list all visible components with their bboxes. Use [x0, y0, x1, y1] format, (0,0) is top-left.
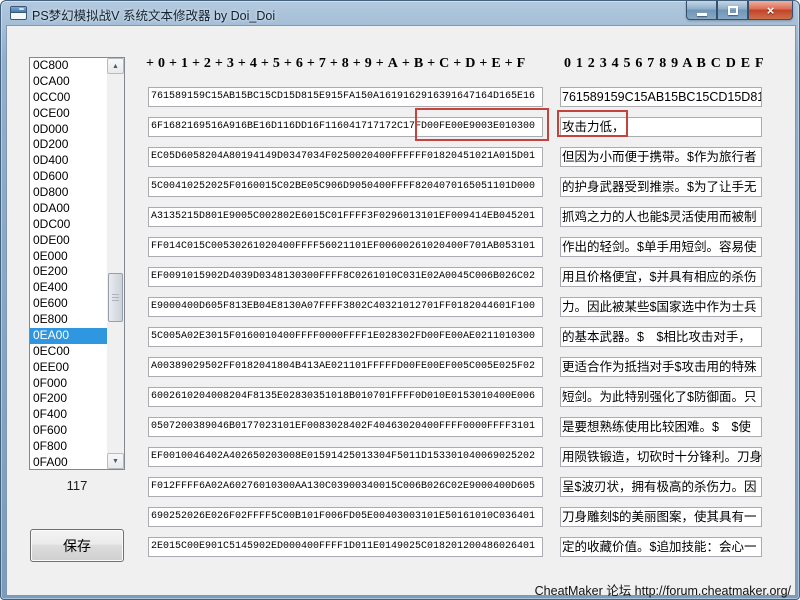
address-item[interactable]: 0E200 [30, 264, 107, 280]
save-button-label: 保存 [63, 536, 91, 556]
close-button[interactable]: × [748, 1, 793, 20]
app-window: PS梦幻模拟战V 系统文本修改器 by Doi_Doi × 0C8000CA00… [0, 0, 800, 600]
client-area: 0C8000CA000CC000CE000D0000D2000D4000D600… [6, 25, 796, 596]
save-button[interactable]: 保存 [30, 529, 124, 562]
address-item[interactable]: 0D600 [30, 169, 107, 185]
address-item[interactable]: 0CE00 [30, 106, 107, 122]
address-item[interactable]: 0CC00 [30, 90, 107, 106]
hex-row-input[interactable]: F012FFFF6A02A60276010300AA130C0390034001… [148, 477, 543, 497]
text-row-input[interactable]: 作出的轻剑。$单手用短剑。容易使 [560, 237, 762, 257]
text-row-input[interactable]: 刀身雕刻$的美丽图案，使其具有一 [560, 507, 762, 527]
window-controls: × [686, 1, 793, 20]
listbox-scrollbar[interactable]: ▲ ▼ [107, 58, 124, 469]
scroll-up-button[interactable]: ▲ [107, 58, 124, 74]
text-row-input[interactable]: 用陨铁锻造，切砍时十分锋利。刀身 [560, 447, 762, 467]
hex-column-header: +0+1+2+3+4+5+6+7+8+9+A+B+C+D+E+F [146, 56, 529, 72]
address-item[interactable]: 0D200 [30, 137, 107, 153]
hex-row-input[interactable]: 761589159C15AB15BC15CD15D815E915FA150A16… [148, 87, 543, 107]
hex-row-input[interactable]: EC05D6058204A80194149D0347034F0250020400… [148, 147, 543, 167]
hex-row-input[interactable]: A00389029502FF0182041804B413AE021101FFFF… [148, 357, 543, 377]
text-row-input[interactable]: 761589159C15AB15BC15CD15D815E915F [560, 87, 762, 107]
address-count-label: 117 [29, 478, 125, 493]
address-item[interactable]: 0F800 [30, 439, 107, 455]
text-row-input[interactable]: 的基本武器。$ $相比攻击对手， [560, 327, 762, 347]
address-item[interactable]: 0DA00 [30, 201, 107, 217]
maximize-button[interactable] [717, 1, 748, 20]
text-row-input[interactable]: 用且价格便宜，$并具有相应的杀伤 [560, 267, 762, 287]
hex-row-input[interactable]: 5C005A02E3015F0160010400FFFF0000FFFF1E02… [148, 327, 543, 347]
hex-row-input[interactable]: FF014C015C00530261020400FFFF56021101EF00… [148, 237, 543, 257]
address-item[interactable]: 0EA00 [30, 328, 107, 344]
hex-row-input[interactable]: 6002610204008204F8135E02830351018B010701… [148, 387, 543, 407]
title-bar[interactable]: PS梦幻模拟战V 系统文本修改器 by Doi_Doi × [1, 1, 799, 25]
hex-row-input[interactable]: EF0010046402A402650203008E01591425013304… [148, 447, 543, 467]
address-item[interactable]: 0DE00 [30, 233, 107, 249]
scrollbar-thumb[interactable] [108, 273, 123, 322]
hex-row-input[interactable]: E9000400D605F813EB04E8130A07FFFF3802C403… [148, 297, 543, 317]
address-item[interactable]: 0C800 [30, 58, 107, 74]
address-item[interactable]: 0EE00 [30, 360, 107, 376]
address-item[interactable]: 0EC00 [30, 344, 107, 360]
minimize-icon [697, 13, 707, 16]
address-listbox[interactable]: 0C8000CA000CC000CE000D0000D2000D4000D600… [29, 57, 125, 470]
text-row-input[interactable]: 抓鸡之力的人也能$灵活使用而被制 [560, 207, 762, 227]
hex-row-input[interactable]: 5C00410252025F0160015C02BE05C906D9050400… [148, 177, 543, 197]
address-item[interactable]: 0F400 [30, 407, 107, 423]
credit-label: CheatMaker 论坛 http://forum.cheatmaker.or… [535, 580, 791, 599]
text-row-input[interactable]: 的护身武器受到推崇。$为了让手无 [560, 177, 762, 197]
text-row-input[interactable]: 力。因此被某些$国家选中作为士兵 [560, 297, 762, 317]
text-row-input[interactable]: 是要想熟练使用比较困难。$ $使 [560, 417, 762, 437]
address-item[interactable]: 0E000 [30, 249, 107, 265]
address-item[interactable]: 0F200 [30, 391, 107, 407]
hex-row-input[interactable]: EF0091015902D4039D0348130300FFFF8C026101… [148, 267, 543, 287]
address-item[interactable]: 0D000 [30, 122, 107, 138]
address-item[interactable]: 0E800 [30, 312, 107, 328]
window-title: PS梦幻模拟战V 系统文本修改器 by Doi_Doi [32, 5, 275, 24]
text-row-input[interactable]: 但因为小而便于携带。$作为旅行者 [560, 147, 762, 167]
address-item[interactable]: 0DC00 [30, 217, 107, 233]
text-row-input[interactable]: 呈$波刃状，拥有极高的杀伤力。因 [560, 477, 762, 497]
hex-row-input[interactable]: 0507200389046B0177023101EF0083028402F404… [148, 417, 543, 437]
address-item[interactable]: 0FA00 [30, 455, 107, 469]
maximize-icon [728, 6, 738, 15]
hex-row-input[interactable]: A3135215D801E9005C002802E6015C01FFFF3F02… [148, 207, 543, 227]
scroll-down-button[interactable]: ▼ [107, 453, 124, 469]
hex-row-input[interactable]: 690252026E026F02FFFF5C00B101F006FD05E004… [148, 507, 543, 527]
highlight-box-text [557, 110, 628, 137]
address-item[interactable]: 0D400 [30, 153, 107, 169]
char-column-header: 0 1 2 3 4 5 6 7 8 9 A B C D E F [564, 56, 764, 72]
address-item[interactable]: 0CA00 [30, 74, 107, 90]
address-list-items: 0C8000CA000CC000CE000D0000D2000D4000D600… [30, 58, 107, 469]
highlight-box-hex [415, 108, 549, 141]
address-item[interactable]: 0E400 [30, 280, 107, 296]
address-item[interactable]: 0D800 [30, 185, 107, 201]
minimize-button[interactable] [686, 1, 717, 20]
address-item[interactable]: 0F000 [30, 376, 107, 392]
address-item[interactable]: 0E600 [30, 296, 107, 312]
app-icon [10, 6, 27, 20]
text-row-input[interactable]: 定的收藏价值。$追加技能：会心一 [560, 537, 762, 557]
address-item[interactable]: 0F600 [30, 423, 107, 439]
text-row-input[interactable]: 更适合作为抵挡对手$攻击用的特殊 [560, 357, 762, 377]
close-icon: × [767, 4, 775, 17]
text-row-input[interactable]: 短剑。为此特别强化了$防御面。只 [560, 387, 762, 407]
hex-row-input[interactable]: 2E015C00E901C5145902ED000400FFFF1D011E01… [148, 537, 543, 557]
